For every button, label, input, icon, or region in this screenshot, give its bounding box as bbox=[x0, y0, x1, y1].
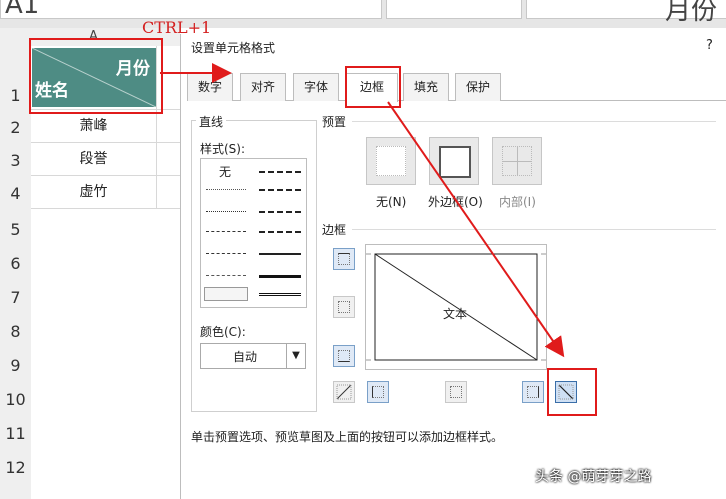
watermark: 头条 @萌芽芽之路 bbox=[535, 469, 652, 485]
annotation-arrows bbox=[160, 63, 565, 358]
